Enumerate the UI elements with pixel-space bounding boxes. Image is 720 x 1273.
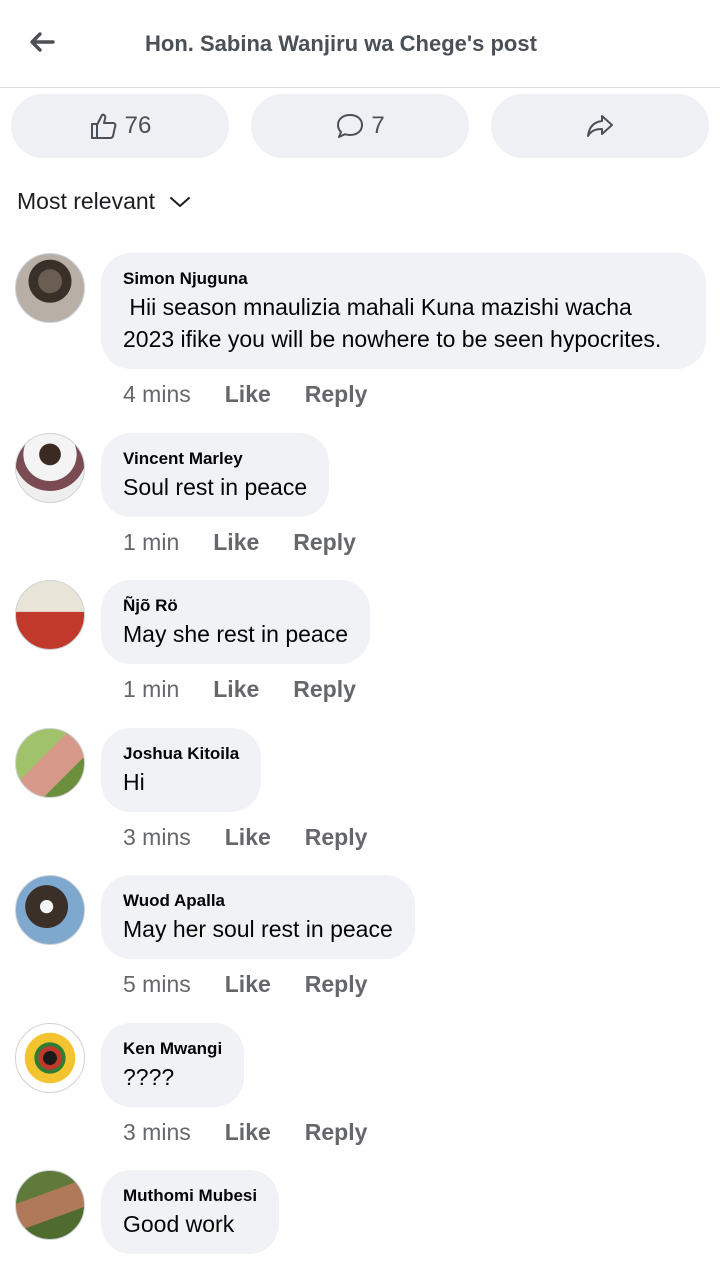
reply-link[interactable]: Reply [293,529,356,556]
like-count: 76 [124,112,152,139]
comment-meta: 4 mins Like Reply [123,381,367,408]
sort-label: Most relevant [17,188,156,214]
like-link[interactable]: Like [213,529,259,556]
comment-author[interactable]: Muthomi Mubesi [123,1186,257,1206]
avatar[interactable] [15,580,85,650]
reply-link[interactable]: Reply [305,381,368,408]
reply-link[interactable]: Reply [305,1119,368,1146]
comment-text: ???? [123,1064,175,1090]
arrow-left-icon [30,32,55,52]
comment-meta: 1 min Like Reply [123,676,356,703]
avatar[interactable] [15,1023,85,1093]
page-title: Hon. Sabina Wanjiru wa Chege's post [145,31,537,56]
comment-author[interactable]: Joshua Kitoila [123,744,239,764]
comment-time: 5 mins [123,971,191,997]
like-link[interactable]: Like [225,824,271,851]
post-actions: 76 7 [0,94,720,158]
comment-bubble: Ken Mwangi ???? [101,1023,245,1107]
comment-bubble: Vincent Marley Soul rest in peace [101,433,330,517]
like-link[interactable]: Like [225,381,271,408]
comment-text: Good work [123,1211,235,1237]
speech-bubble-icon [337,114,364,138]
comment-author[interactable]: Simon Njuguna [123,269,684,289]
back-button[interactable] [22,24,62,60]
comment-text: Hi [123,769,145,795]
comment-meta: 1 min Like Reply [123,529,356,556]
reply-link[interactable]: Reply [293,676,356,703]
share-button[interactable] [491,94,709,158]
comment-author[interactable]: Wuod Apalla [123,891,393,911]
comment-count: 7 [371,112,385,139]
like-link[interactable]: Like [225,971,271,998]
avatar[interactable] [15,1170,85,1240]
thumbs-up-icon [90,113,117,139]
share-arrow-icon [587,115,613,137]
chevron-down-icon [170,196,191,207]
comment-count-button[interactable]: 7 [251,94,469,158]
comment-author[interactable]: Vincent Marley [123,449,307,469]
comment-bubble: Muthomi Mubesi Good work [101,1170,280,1254]
comment-text: May her soul rest in peace [123,916,393,942]
avatar[interactable] [15,253,85,323]
comment-time: 1 min [123,676,180,702]
comment-meta: 3 mins Like Reply [123,1119,367,1146]
comment-time: 3 mins [123,824,191,850]
comment-author[interactable]: Ñjõ Rö [123,596,348,616]
comment-bubble: Wuod Apalla May her soul rest in peace [101,875,415,959]
comment-author[interactable]: Ken Mwangi [123,1039,222,1059]
comment-text: May she rest in peace [123,621,349,647]
like-count-button[interactable]: 76 [11,94,229,158]
comment-time: 4 mins [123,381,191,407]
avatar[interactable] [15,875,85,945]
sort-dropdown[interactable]: Most relevant [17,188,191,215]
like-link[interactable]: Like [213,676,259,703]
top-bar: Hon. Sabina Wanjiru wa Chege's post [0,0,720,88]
reply-link[interactable]: Reply [305,971,368,998]
reply-link[interactable]: Reply [305,824,368,851]
comment-bubble: Joshua Kitoila Hi [101,728,262,812]
comment-text: Hii season mnaulizia mahali Kuna mazishi… [123,294,662,352]
comment-meta: 5 mins Like Reply [123,971,367,998]
comment-time: 3 mins [123,1119,191,1145]
comment-bubble: Ñjõ Rö May she rest in peace [101,580,371,664]
avatar[interactable] [15,433,85,503]
avatar[interactable] [15,728,85,798]
comment-text: Soul rest in peace [123,474,308,500]
like-link[interactable]: Like [225,1119,271,1146]
comment-time: 1 min [123,529,180,555]
comment-meta: 3 mins Like Reply [123,824,367,851]
comment-bubble: Simon Njuguna Hii season mnaulizia mahal… [101,253,706,369]
